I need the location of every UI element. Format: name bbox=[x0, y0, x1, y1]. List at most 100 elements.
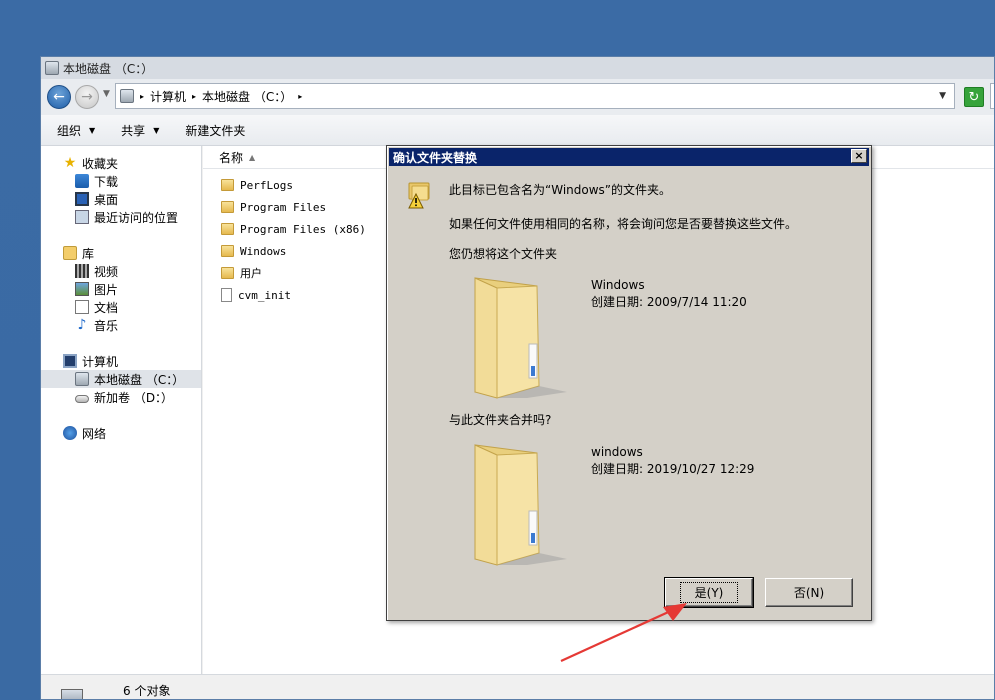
forward-button[interactable]: → bbox=[75, 85, 99, 109]
nav-favorites[interactable]: ★ 收藏夹 bbox=[41, 154, 201, 172]
warning-folder-icon bbox=[408, 182, 430, 209]
chevron-right-icon[interactable]: ▸ bbox=[298, 92, 302, 101]
breadcrumb-computer[interactable]: 计算机 bbox=[150, 88, 186, 105]
column-label: 名称 bbox=[219, 150, 244, 165]
file-name: PerfLogs bbox=[240, 178, 293, 192]
recent-pages-dropdown[interactable]: ▼ bbox=[103, 89, 110, 99]
network-icon bbox=[63, 426, 77, 440]
status-bar: 6 个对象 bbox=[41, 674, 994, 699]
sort-ascending-icon: ▲ bbox=[249, 152, 256, 162]
list-item[interactable]: cvm_init bbox=[221, 286, 291, 304]
incoming-folder-icon[interactable] bbox=[467, 441, 577, 566]
list-item[interactable]: Windows bbox=[221, 242, 286, 260]
nav-label: 音乐 bbox=[94, 318, 119, 333]
organize-button[interactable]: 组织 ▼ bbox=[57, 122, 95, 139]
new-folder-label: 新建文件夹 bbox=[185, 123, 246, 138]
downloads-icon bbox=[75, 174, 89, 188]
no-button[interactable]: 否(N) bbox=[765, 578, 853, 607]
incoming-folder-name: windows bbox=[591, 445, 643, 459]
existing-folder-icon[interactable] bbox=[467, 274, 577, 399]
nav-item-documents[interactable]: 文档 bbox=[41, 298, 201, 316]
list-item[interactable]: Program Files bbox=[221, 198, 326, 216]
drive-icon bbox=[61, 689, 83, 699]
nav-label: 网络 bbox=[82, 426, 107, 441]
address-bar: ← → ▼ ▸ 计算机 ▸ 本地磁盘 （C：） ▸ ▼ ↻ bbox=[41, 79, 994, 115]
chevron-right-icon[interactable]: ▸ bbox=[140, 92, 144, 101]
breadcrumb-drive-c[interactable]: 本地磁盘 （C：） bbox=[202, 88, 292, 105]
star-icon: ★ bbox=[63, 155, 77, 171]
file-name: Program Files bbox=[240, 200, 327, 214]
folder-icon bbox=[221, 267, 234, 279]
organize-label: 组织 bbox=[57, 123, 82, 138]
file-name: Windows bbox=[240, 244, 287, 258]
command-bar: 组织 ▼ 共享 ▼ 新建文件夹 bbox=[41, 115, 994, 146]
annotation-arrow-icon bbox=[560, 603, 687, 663]
drive-icon bbox=[120, 89, 134, 103]
dialog-message-line1: 此目标已包含名为“Windows”的文件夹。 bbox=[449, 183, 672, 197]
nav-item-desktop[interactable]: 桌面 bbox=[41, 190, 201, 208]
chevron-down-icon: ▼ bbox=[153, 125, 160, 135]
file-name: 用户 bbox=[240, 267, 262, 280]
nav-item-drive-d[interactable]: 新加卷 （D：） bbox=[41, 388, 201, 406]
share-button[interactable]: 共享 ▼ bbox=[121, 122, 159, 139]
navigation-pane: ★ 收藏夹 下载 桌面 最近访问的位置 库 视频 图片 文档 ♪ 音乐 计算机 … bbox=[41, 146, 202, 674]
no-label: 否(N) bbox=[793, 586, 825, 600]
refresh-button[interactable]: ↻ bbox=[964, 87, 984, 107]
document-icon bbox=[75, 300, 89, 314]
nav-item-videos[interactable]: 视频 bbox=[41, 262, 201, 280]
dialog-message-line3: 您仍想将这个文件夹 bbox=[449, 247, 558, 261]
back-button[interactable]: ← bbox=[47, 85, 71, 109]
existing-folder-info: Windows 创建日期: 2009/7/14 11:20 bbox=[591, 277, 747, 311]
computer-icon bbox=[63, 354, 77, 368]
file-name: cvm_init bbox=[238, 288, 291, 302]
nav-label: 新加卷 （D：） bbox=[94, 390, 174, 405]
merge-question: 与此文件夹合并吗? bbox=[449, 413, 552, 427]
drive-icon bbox=[75, 372, 89, 386]
nav-item-pictures[interactable]: 图片 bbox=[41, 280, 201, 298]
nav-label: 本地磁盘 （C：） bbox=[94, 372, 185, 387]
nav-network[interactable]: 网络 bbox=[41, 424, 201, 442]
confirm-folder-replace-dialog: 确认文件夹替换 × 此目标已包含名为“Windows”的文件夹。 如果任何文件使… bbox=[386, 145, 872, 621]
nav-label: 桌面 bbox=[94, 192, 119, 207]
close-button[interactable]: × bbox=[851, 149, 867, 163]
nav-item-downloads[interactable]: 下载 bbox=[41, 172, 201, 190]
nav-label: 最近访问的位置 bbox=[94, 210, 179, 225]
chevron-down-icon[interactable]: ▼ bbox=[939, 91, 946, 101]
nav-label: 视频 bbox=[94, 264, 119, 279]
music-note-icon: ♪ bbox=[77, 317, 87, 333]
list-item[interactable]: Program Files (x86) bbox=[221, 220, 366, 238]
folder-icon bbox=[221, 201, 234, 213]
list-item[interactable]: 用户 bbox=[221, 264, 262, 282]
dialog-titlebar: 确认文件夹替换 × bbox=[389, 148, 869, 166]
library-icon bbox=[63, 246, 77, 260]
nav-libraries[interactable]: 库 bbox=[41, 244, 201, 262]
dialog-title: 确认文件夹替换 bbox=[393, 150, 478, 165]
nav-computer[interactable]: 计算机 bbox=[41, 352, 201, 370]
existing-folder-name: Windows bbox=[591, 278, 645, 292]
dialog-message-line2: 如果任何文件使用相同的名称，将会询问您是否要替换这些文件。 bbox=[449, 217, 798, 231]
nav-label: 库 bbox=[82, 246, 95, 261]
recent-places-icon bbox=[75, 210, 89, 224]
nav-label: 图片 bbox=[94, 282, 119, 297]
window-title: 本地磁盘 （C：） bbox=[63, 61, 154, 76]
drive-icon bbox=[75, 395, 89, 403]
picture-icon bbox=[75, 282, 89, 296]
list-item[interactable]: PerfLogs bbox=[221, 176, 293, 194]
status-count: 6 个对象 bbox=[123, 684, 171, 698]
chevron-down-icon: ▼ bbox=[89, 125, 96, 135]
nav-label: 收藏夹 bbox=[82, 156, 119, 171]
nav-label: 文档 bbox=[94, 300, 119, 315]
nav-label: 计算机 bbox=[82, 354, 119, 369]
new-folder-button[interactable]: 新建文件夹 bbox=[185, 122, 245, 139]
window-titlebar: 本地磁盘 （C：） bbox=[41, 57, 994, 80]
desktop-icon bbox=[75, 192, 89, 206]
address-field[interactable]: ▸ 计算机 ▸ 本地磁盘 （C：） ▸ ▼ bbox=[115, 83, 955, 109]
drive-icon bbox=[45, 61, 59, 75]
share-label: 共享 bbox=[121, 123, 146, 138]
nav-item-drive-c[interactable]: 本地磁盘 （C：） bbox=[41, 370, 201, 388]
chevron-right-icon[interactable]: ▸ bbox=[192, 92, 196, 101]
incoming-folder-date: 创建日期: 2019/10/27 12:29 bbox=[591, 462, 755, 476]
nav-item-music[interactable]: ♪ 音乐 bbox=[41, 316, 201, 334]
search-input[interactable] bbox=[990, 83, 994, 109]
nav-item-recent-places[interactable]: 最近访问的位置 bbox=[41, 208, 201, 226]
